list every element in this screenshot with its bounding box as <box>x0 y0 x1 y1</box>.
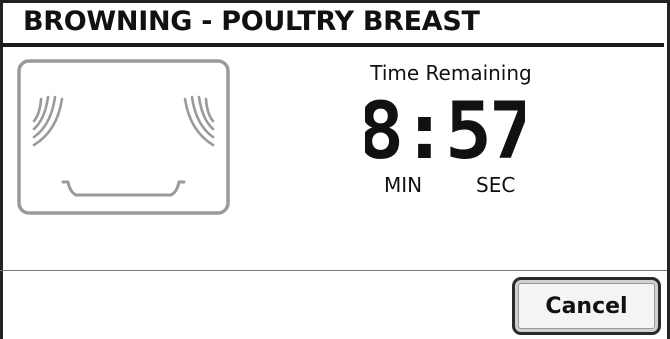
timer-value: 8:57 <box>365 92 525 172</box>
footer-divider <box>0 270 667 271</box>
seconds-unit-label: SEC <box>476 173 516 197</box>
oven-broil-icon <box>17 59 230 215</box>
page-title: BROWNING - POULTRY BREAST <box>23 6 480 37</box>
minutes-unit-label: MIN <box>384 173 423 197</box>
title-bar: BROWNING - POULTRY BREAST <box>0 0 664 47</box>
timer-display: 8:57 <box>357 87 536 177</box>
cancel-button-label: Cancel <box>545 293 628 319</box>
cancel-button[interactable]: Cancel <box>512 277 661 335</box>
time-remaining-label: Time Remaining <box>370 61 532 85</box>
